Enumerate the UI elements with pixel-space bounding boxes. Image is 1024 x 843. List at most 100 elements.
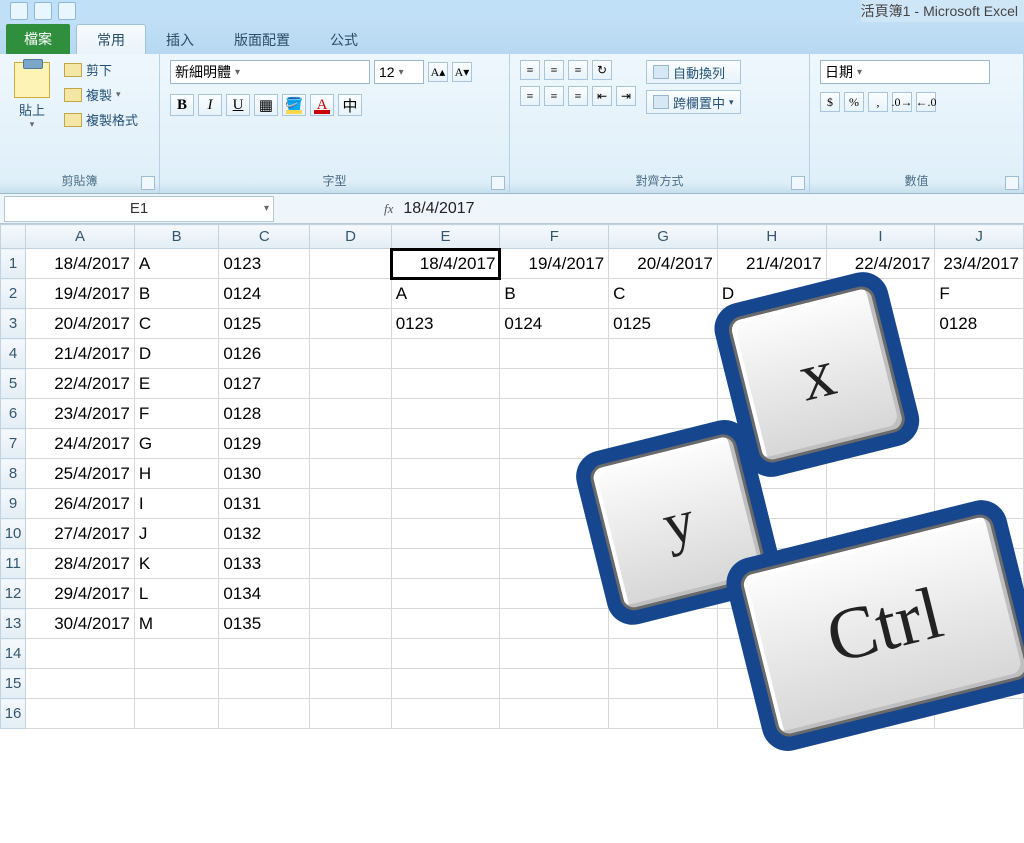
copy-button[interactable]: 複製▾	[64, 85, 138, 104]
cell[interactable]	[717, 699, 826, 729]
cell[interactable]	[717, 459, 826, 489]
cell[interactable]	[826, 429, 935, 459]
cell[interactable]	[500, 669, 609, 699]
col-header[interactable]: J	[935, 225, 1024, 249]
wrap-text-button[interactable]: 自動換列	[646, 60, 741, 84]
cell[interactable]	[717, 669, 826, 699]
cell[interactable]	[310, 429, 391, 459]
cell[interactable]	[391, 579, 500, 609]
cell[interactable]	[935, 339, 1024, 369]
cell[interactable]	[935, 369, 1024, 399]
cell[interactable]	[717, 399, 826, 429]
cell[interactable]: 20/4/2017	[26, 309, 135, 339]
cell[interactable]	[500, 579, 609, 609]
cell[interactable]: 0128	[219, 399, 310, 429]
row-header[interactable]: 8	[1, 459, 26, 489]
cell[interactable]	[310, 279, 391, 309]
cell[interactable]: 0130	[219, 459, 310, 489]
cell[interactable]: C	[609, 279, 718, 309]
row-header[interactable]: 3	[1, 309, 26, 339]
cell[interactable]	[26, 639, 135, 669]
cell[interactable]	[500, 489, 609, 519]
row-header[interactable]: 1	[1, 249, 26, 279]
cell[interactable]: 0124	[500, 309, 609, 339]
cell[interactable]	[826, 609, 935, 639]
cell[interactable]	[500, 639, 609, 669]
cell[interactable]: 22/4/2017	[26, 369, 135, 399]
col-header[interactable]: H	[717, 225, 826, 249]
cell[interactable]: 24/4/2017	[26, 429, 135, 459]
cell[interactable]	[609, 399, 718, 429]
col-header[interactable]: F	[500, 225, 609, 249]
font-launcher-icon[interactable]	[491, 176, 505, 190]
cell[interactable]	[717, 609, 826, 639]
cell[interactable]	[310, 639, 391, 669]
underline-button[interactable]: U	[226, 94, 250, 116]
cell[interactable]	[717, 429, 826, 459]
cell[interactable]: 0128	[935, 309, 1024, 339]
tab-home[interactable]: 常用	[76, 24, 146, 54]
grow-font-button[interactable]: A▴	[428, 62, 448, 82]
cell[interactable]	[391, 519, 500, 549]
cell[interactable]: 23/4/2017	[935, 249, 1024, 279]
cell[interactable]: 0129	[219, 429, 310, 459]
cell[interactable]	[310, 489, 391, 519]
cell[interactable]	[500, 519, 609, 549]
align-left-button[interactable]: ≡	[520, 86, 540, 106]
cell[interactable]	[391, 429, 500, 459]
cell[interactable]	[391, 639, 500, 669]
shrink-font-button[interactable]: A▾	[452, 62, 472, 82]
tab-file[interactable]: 檔案	[6, 24, 70, 54]
row-header[interactable]: 11	[1, 549, 26, 579]
cell[interactable]	[609, 669, 718, 699]
cell[interactable]	[935, 579, 1024, 609]
cell[interactable]	[134, 699, 218, 729]
name-box[interactable]: E1 ▾	[4, 196, 274, 222]
alignment-launcher-icon[interactable]	[791, 176, 805, 190]
cell[interactable]	[500, 549, 609, 579]
cell[interactable]	[609, 699, 718, 729]
cell[interactable]	[609, 489, 718, 519]
cell[interactable]	[391, 609, 500, 639]
cell[interactable]: 26/4/2017	[26, 489, 135, 519]
cell[interactable]	[26, 669, 135, 699]
fill-color-button[interactable]: 🪣	[282, 94, 306, 116]
cell[interactable]	[826, 699, 935, 729]
cell[interactable]	[310, 609, 391, 639]
cell[interactable]	[310, 579, 391, 609]
cell[interactable]	[935, 609, 1024, 639]
cell[interactable]	[826, 309, 935, 339]
col-header[interactable]: C	[219, 225, 310, 249]
cell[interactable]	[935, 669, 1024, 699]
cell[interactable]	[310, 309, 391, 339]
cell[interactable]	[826, 489, 935, 519]
align-bottom-button[interactable]: ≡	[568, 60, 588, 80]
cell[interactable]: 0127	[219, 369, 310, 399]
font-size-combo[interactable]: 12▾	[374, 60, 424, 84]
cell[interactable]	[609, 639, 718, 669]
cell[interactable]: 21/4/2017	[26, 339, 135, 369]
borders-button[interactable]: ▦	[254, 94, 278, 116]
cell[interactable]	[717, 639, 826, 669]
cell[interactable]	[935, 429, 1024, 459]
tab-formulas[interactable]: 公式	[310, 25, 378, 54]
percent-button[interactable]: %	[844, 92, 864, 112]
cell[interactable]: F	[935, 279, 1024, 309]
cell[interactable]	[717, 369, 826, 399]
cell[interactable]	[717, 489, 826, 519]
cell[interactable]: L	[134, 579, 218, 609]
cell[interactable]	[310, 669, 391, 699]
cell[interactable]	[134, 639, 218, 669]
redo-icon[interactable]	[58, 2, 76, 20]
align-right-button[interactable]: ≡	[568, 86, 588, 106]
cell[interactable]	[609, 579, 718, 609]
cell[interactable]: C	[134, 309, 218, 339]
cell[interactable]	[500, 339, 609, 369]
cell[interactable]: 0134	[219, 579, 310, 609]
cell[interactable]	[500, 459, 609, 489]
row-header[interactable]: 6	[1, 399, 26, 429]
increase-decimal-button[interactable]: .0→	[892, 92, 912, 112]
cell[interactable]: 0123	[391, 309, 500, 339]
format-painter-button[interactable]: 複製格式	[64, 110, 138, 129]
cell[interactable]: E	[134, 369, 218, 399]
